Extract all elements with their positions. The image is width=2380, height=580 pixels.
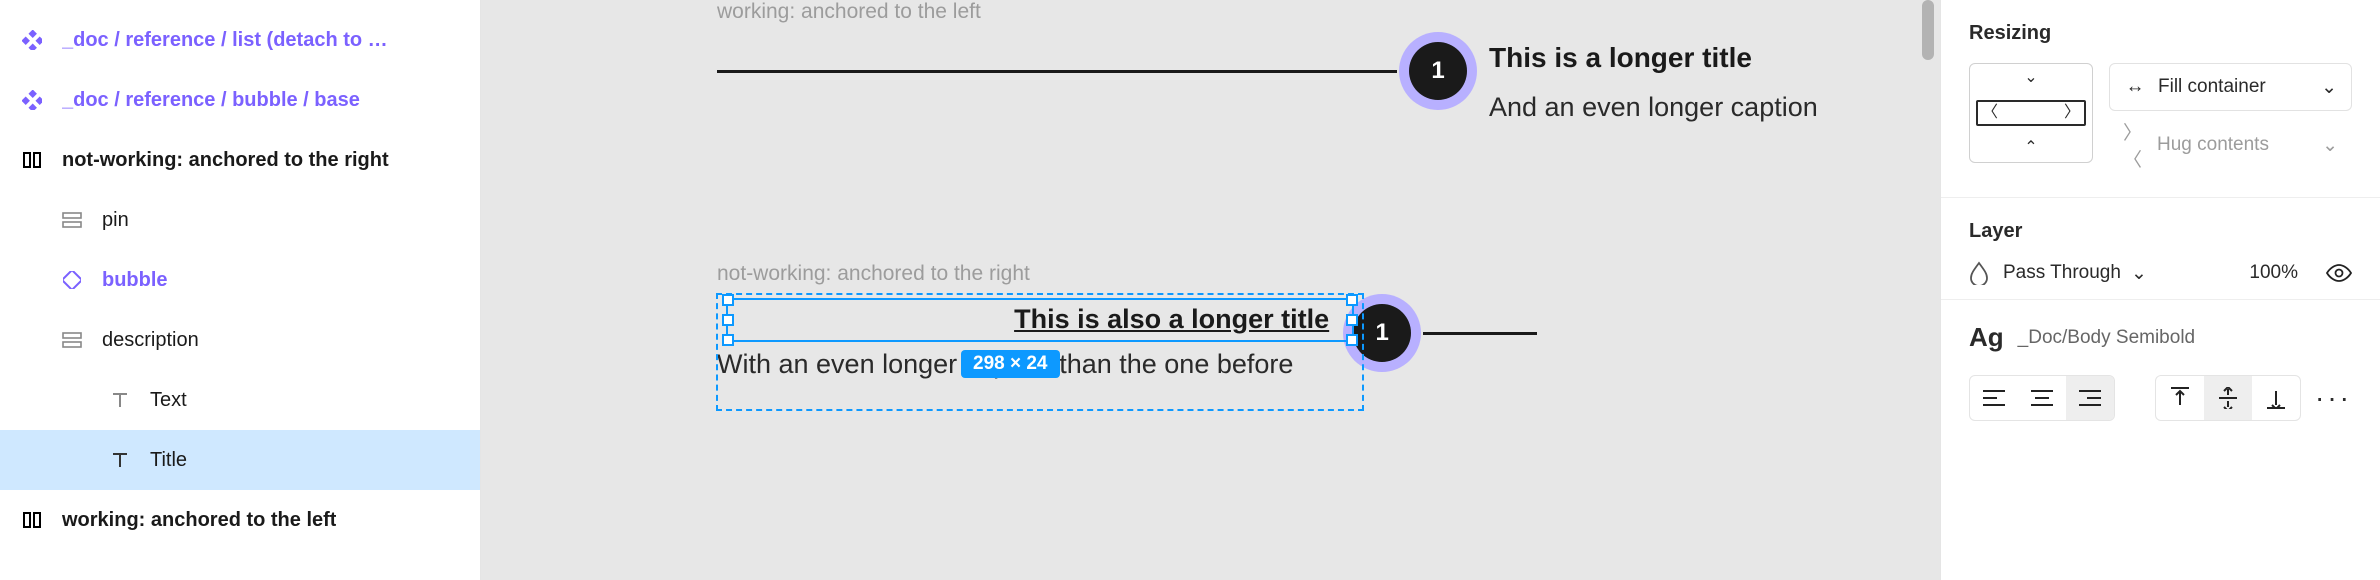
- frame-label: working: anchored to the left: [717, 0, 1867, 24]
- title-text: This is a longer title: [1489, 42, 1818, 74]
- frame-label: not-working: anchored to the right: [717, 262, 1537, 286]
- arrows-horizontal-icon: ↔: [2124, 76, 2146, 98]
- layer-description[interactable]: description: [0, 310, 480, 370]
- layer-component-bubble[interactable]: _doc / reference / bubble / base: [0, 70, 480, 130]
- chevron-left-icon[interactable]: 〈: [1982, 105, 1998, 121]
- resize-mode-label: Fill container: [2158, 76, 2309, 98]
- resize-constraint-widget[interactable]: ⌄ 〈 〉 ⌃: [1969, 63, 2093, 163]
- caption-text: And an even longer caption: [1489, 92, 1818, 123]
- resize-mode-label: Hug contents: [2157, 134, 2310, 156]
- section-title-resizing: Resizing: [1969, 22, 2352, 45]
- bubble-badge: 1: [1409, 42, 1467, 100]
- chevron-up-icon[interactable]: ⌃: [2024, 140, 2037, 156]
- blend-mode-value: Pass Through: [2003, 262, 2121, 284]
- typography-icon: Ag: [1969, 322, 2004, 353]
- layer-text[interactable]: Text: [0, 370, 480, 430]
- design-panel: Resizing ⌄ 〈 〉 ⌃ ↔ Fill container ⌄ 〉〈 H…: [1940, 0, 2380, 580]
- align-bottom-button[interactable]: [2252, 376, 2300, 420]
- frame-icon: [18, 150, 46, 170]
- layer-label: not-working: anchored to the right: [62, 149, 389, 172]
- text-align-vertical-group: [2155, 375, 2301, 421]
- align-left-button[interactable]: [1970, 376, 2018, 420]
- component-icon: [18, 30, 46, 50]
- autolayout-icon: [58, 212, 86, 228]
- chevron-down-icon: ⌄: [2131, 262, 2147, 285]
- text-icon: [106, 391, 134, 409]
- text-align-horizontal-group: [1969, 375, 2115, 421]
- layer-label: pin: [102, 209, 129, 232]
- align-right-button[interactable]: [2066, 376, 2114, 420]
- layer-label: description: [102, 329, 199, 352]
- layer-label: bubble: [102, 269, 168, 292]
- layer-pin[interactable]: pin: [0, 190, 480, 250]
- layer-label: _doc / reference / list (detach to …: [62, 29, 388, 52]
- chevron-right-icon[interactable]: 〉: [2064, 105, 2080, 121]
- layer-label: working: anchored to the left: [62, 509, 336, 532]
- layer-frame-working[interactable]: working: anchored to the left: [0, 490, 480, 550]
- chevron-down-icon: ⌄: [2322, 134, 2338, 157]
- layer-frame-not-working[interactable]: not-working: anchored to the right: [0, 130, 480, 190]
- align-top-button[interactable]: [2156, 376, 2204, 420]
- hug-icon: 〉〈: [2123, 118, 2145, 172]
- align-middle-button[interactable]: [2204, 376, 2252, 420]
- text-style-row[interactable]: Ag _Doc/Body Semibold: [1969, 322, 2352, 353]
- frame-not-working[interactable]: not-working: anchored to the right This …: [717, 262, 1537, 380]
- layer-title-selected[interactable]: Title: [0, 430, 480, 490]
- opacity-input[interactable]: 100%: [2249, 262, 2298, 284]
- align-center-button[interactable]: [2018, 376, 2066, 420]
- component-icon: [18, 90, 46, 110]
- frame-working[interactable]: working: anchored to the left 1 This is …: [717, 0, 1867, 123]
- badge-number: 1: [1353, 304, 1411, 362]
- section-title-layer: Layer: [1969, 220, 2352, 243]
- chevron-down-icon[interactable]: ⌄: [2024, 70, 2037, 86]
- layer-bubble-instance[interactable]: bubble: [0, 250, 480, 310]
- horizontal-resize-dropdown[interactable]: ↔ Fill container ⌄: [2109, 63, 2352, 111]
- more-options-button[interactable]: ···: [2315, 382, 2352, 414]
- scrollbar-thumb[interactable]: [1922, 0, 1934, 60]
- layer-label: _doc / reference / bubble / base: [62, 89, 360, 112]
- title-text-selected[interactable]: This is also a longer title: [717, 304, 1335, 335]
- section-divider: [1941, 299, 2380, 300]
- vertical-resize-dropdown[interactable]: 〉〈 Hug contents ⌄: [2109, 121, 2352, 169]
- selection-dimensions: 298 × 24: [961, 350, 1060, 378]
- chevron-down-icon: ⌄: [2321, 76, 2337, 99]
- visibility-toggle[interactable]: [2326, 264, 2352, 282]
- text-style-name: _Doc/Body Semibold: [2018, 327, 2195, 349]
- section-divider: [1941, 197, 2380, 198]
- frame-icon: [18, 510, 46, 530]
- layer-component-list[interactable]: _doc / reference / list (detach to …: [0, 10, 480, 70]
- canvas[interactable]: working: anchored to the left 1 This is …: [481, 0, 1940, 580]
- divider-line: [717, 70, 1397, 73]
- blend-mode-dropdown[interactable]: Pass Through ⌄: [2003, 262, 2235, 285]
- layers-panel: _doc / reference / list (detach to … _do…: [0, 0, 481, 580]
- divider-line: [1423, 332, 1537, 335]
- text-icon: [106, 451, 134, 469]
- layer-label: Text: [150, 389, 187, 412]
- instance-icon: [58, 271, 86, 289]
- autolayout-icon: [58, 332, 86, 348]
- blend-mode-icon: [1969, 261, 1989, 285]
- badge-number: 1: [1409, 42, 1467, 100]
- layer-label: Title: [150, 449, 187, 472]
